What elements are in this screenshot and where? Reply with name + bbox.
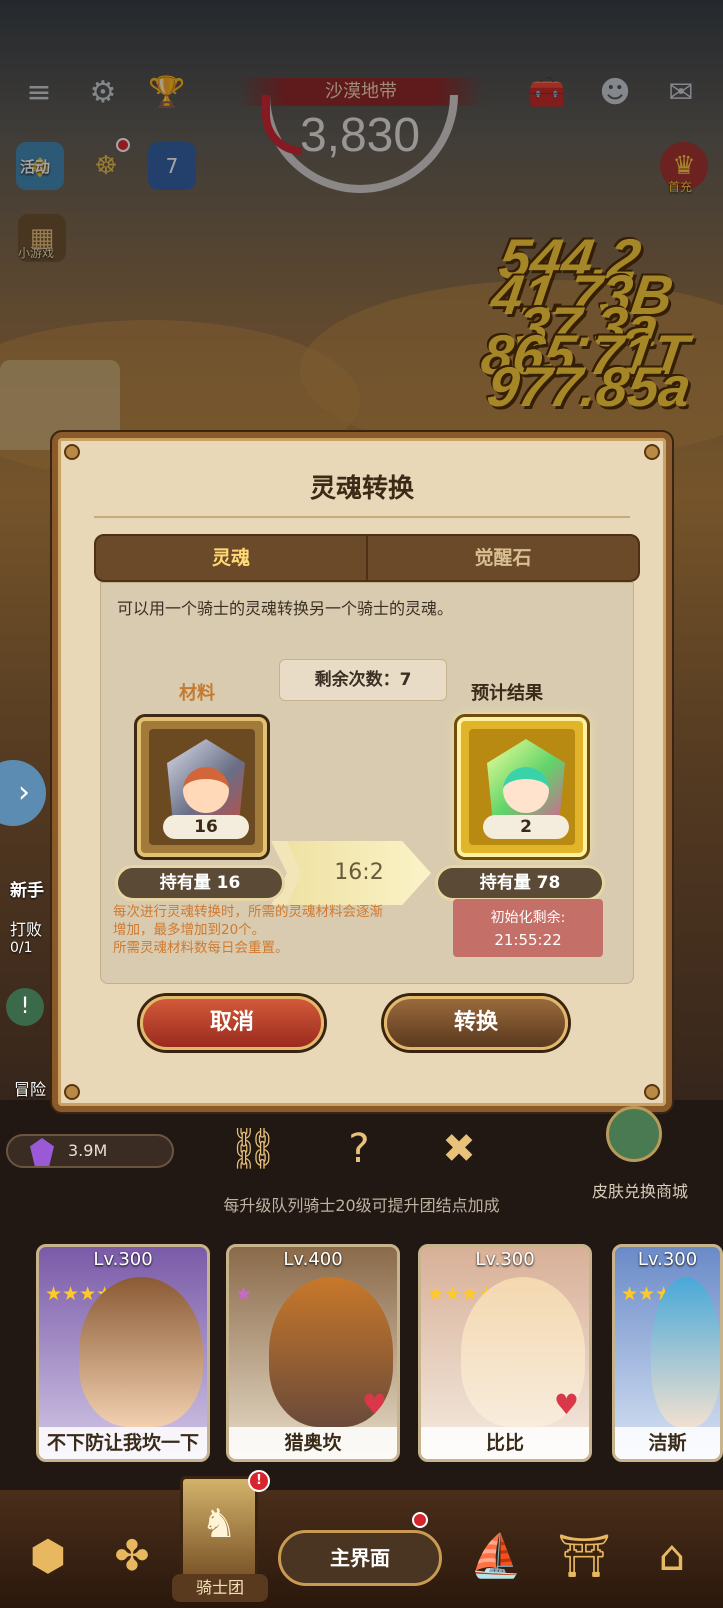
hint-text: 每升级队列骑士20级可提升团结点加成 bbox=[223, 1196, 500, 1215]
dialog-corner bbox=[64, 444, 80, 460]
knight-level: Lv.400 bbox=[283, 1249, 343, 1270]
tab-bar: 灵魂 觉醒石 bbox=[94, 534, 640, 582]
tab-awaken-stone[interactable]: 觉醒石 bbox=[366, 536, 638, 580]
knight-name: 猎奥坎 bbox=[229, 1427, 397, 1459]
dialog-title: 灵魂转换 bbox=[309, 474, 414, 504]
notification-badge: ! bbox=[248, 1470, 270, 1492]
knight-portrait bbox=[79, 1277, 203, 1427]
convert-button[interactable]: 转换 bbox=[384, 996, 568, 1050]
shop-icon[interactable]: ⌂ bbox=[640, 1524, 704, 1588]
material-count: 16 bbox=[163, 815, 249, 839]
defeat-progress: 0/1 bbox=[10, 940, 33, 956]
skin-shop-icon[interactable] bbox=[606, 1106, 662, 1162]
material-owned: 持有量 16 bbox=[115, 865, 285, 901]
note-line: 增加，最多增加到20个。 bbox=[113, 922, 266, 938]
knight-avatar bbox=[503, 767, 549, 813]
knight-avatar bbox=[183, 767, 229, 813]
defeat-label: 打败 bbox=[10, 920, 43, 939]
result-label: 预计结果 bbox=[471, 683, 543, 704]
material-soul-card[interactable]: 16 bbox=[137, 717, 267, 857]
gem-icon bbox=[30, 1138, 54, 1166]
dialog-corner bbox=[64, 1084, 80, 1100]
star-rating: ★ bbox=[235, 1283, 253, 1305]
knight-name: 比比 bbox=[421, 1427, 589, 1459]
description-text: 可以用一个骑士的灵魂转换另一个骑士的灵魂。 bbox=[117, 599, 454, 618]
propeller-icon[interactable]: ✤ bbox=[100, 1524, 164, 1588]
heart-icon: ♥ bbox=[361, 1388, 387, 1421]
knight-level: Lv.300 bbox=[637, 1249, 698, 1270]
knight-card[interactable]: Lv.300 ★★★★★ 不下防让我坎一下 bbox=[36, 1244, 210, 1462]
knight-card[interactable]: Lv.300 ★★★★ 洁斯 bbox=[612, 1244, 723, 1462]
reset-label: 初始化剩余: bbox=[490, 910, 566, 926]
knight-helmet-icon[interactable]: ♞ bbox=[180, 1476, 258, 1580]
knight-card[interactable]: Lv.300 ★★★★ ♥ 比比 bbox=[418, 1244, 592, 1462]
result-owned: 持有量 78 bbox=[435, 865, 605, 901]
knight-level: Lv.300 bbox=[93, 1249, 153, 1270]
convert-note: 每次进行灵魂转换时，所需的灵魂材料会逐渐 增加，最多增加到20个。 所需灵魂材料… bbox=[113, 903, 433, 957]
result-soul-card[interactable]: 2 bbox=[457, 717, 587, 857]
title-divider bbox=[94, 516, 630, 518]
convert-panel: 可以用一个骑士的灵魂转换另一个骑士的灵魂。 剩余次数：7 材料 预计结果 16 … bbox=[100, 582, 634, 984]
star-rating: ★★★★★ bbox=[45, 1283, 131, 1305]
result-count: 2 bbox=[483, 815, 569, 839]
knight-name: 不下防让我坎一下 bbox=[39, 1427, 207, 1459]
star-rating: ★★★★ bbox=[621, 1283, 690, 1305]
note-line: 每次进行灵魂转换时，所需的灵魂材料会逐渐 bbox=[113, 904, 383, 920]
resource-counter: 3.9M bbox=[6, 1134, 174, 1168]
dialog-corner bbox=[644, 444, 660, 460]
notification-badge bbox=[412, 1512, 428, 1528]
dialog-corner bbox=[644, 1084, 660, 1100]
new-hand-label: 新手 bbox=[10, 881, 44, 901]
crossed-swords-icon[interactable]: ✖ bbox=[432, 1122, 486, 1176]
tab-soul[interactable]: 灵魂 bbox=[96, 536, 366, 580]
convert-ratio-arrow: 16:2 bbox=[287, 841, 431, 905]
reset-time: 21:55:22 bbox=[494, 931, 562, 949]
note-line: 所需灵魂材料数每日会重置。 bbox=[113, 940, 289, 956]
medal-icon[interactable]: ⬢ bbox=[16, 1524, 80, 1588]
knight-name: 洁斯 bbox=[615, 1427, 720, 1459]
soul-convert-dialog: 灵魂转换 灵魂 觉醒石 可以用一个骑士的灵魂转换另一个骑士的灵魂。 剩余次数：7… bbox=[52, 432, 672, 1112]
castle-gate-icon[interactable]: ⛩ bbox=[552, 1524, 616, 1588]
nav-knight-label[interactable]: 骑士团 bbox=[172, 1574, 268, 1602]
remaining-count: 剩余次数：7 bbox=[279, 659, 447, 701]
link-icon[interactable]: ⛓ bbox=[226, 1122, 280, 1176]
knight-level: Lv.300 bbox=[475, 1249, 535, 1270]
heart-icon: ♥ bbox=[553, 1388, 579, 1421]
help-icon[interactable]: ? bbox=[332, 1122, 386, 1176]
star-rating: ★★★★ bbox=[427, 1283, 496, 1305]
material-label: 材料 bbox=[179, 683, 215, 704]
resource-value: 3.9M bbox=[68, 1141, 108, 1160]
knight-card[interactable]: Lv.400 ★ ♥ 猎奥坎 bbox=[226, 1244, 400, 1462]
knight-portrait bbox=[651, 1277, 720, 1427]
main-screen-button[interactable]: 主界面 bbox=[278, 1530, 442, 1586]
alert-icon[interactable]: ! bbox=[6, 988, 44, 1026]
ship-icon[interactable]: ⛵ bbox=[464, 1524, 528, 1588]
reset-timer: 初始化剩余: 21:55:22 bbox=[453, 899, 603, 957]
cancel-button[interactable]: 取消 bbox=[140, 996, 324, 1050]
adventure-label: 冒险 bbox=[14, 1080, 47, 1099]
